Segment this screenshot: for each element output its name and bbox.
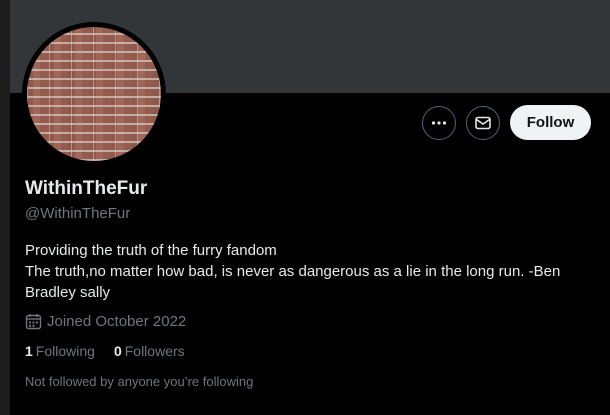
more-dots-icon xyxy=(431,121,447,125)
display-name: WithinTheFur xyxy=(25,178,148,199)
bio-line: Providing the truth of the furry fandom xyxy=(25,242,277,259)
followers-count: 0 xyxy=(113,343,122,359)
following-link[interactable]: 1 Following xyxy=(25,343,95,359)
following-label: Following xyxy=(35,343,95,359)
join-date-text: Joined October 2022 xyxy=(47,313,187,330)
followers-link[interactable]: 0 Followers xyxy=(114,343,185,359)
bio-line: Bradley sally xyxy=(25,284,111,301)
user-handle: @WithinTheFur xyxy=(25,205,131,222)
more-options-button[interactable] xyxy=(422,106,456,140)
avatar[interactable] xyxy=(27,27,161,161)
follow-stats: 1 Following 0 Followers xyxy=(25,343,204,359)
mutual-followers-note: Not followed by anyone you’re following xyxy=(25,374,254,389)
following-count: 1 xyxy=(25,343,33,359)
calendar-icon xyxy=(25,314,42,330)
bio-line: The truth,no matter how bad, is never as… xyxy=(25,263,561,280)
profile-bio: Providing the truth of the furry fandom … xyxy=(25,240,585,303)
join-date: Joined October 2022 xyxy=(25,313,186,330)
follow-button[interactable]: Follow xyxy=(510,105,591,140)
followers-label: Followers xyxy=(124,343,185,359)
message-button[interactable] xyxy=(466,106,500,140)
envelope-icon xyxy=(475,116,491,130)
